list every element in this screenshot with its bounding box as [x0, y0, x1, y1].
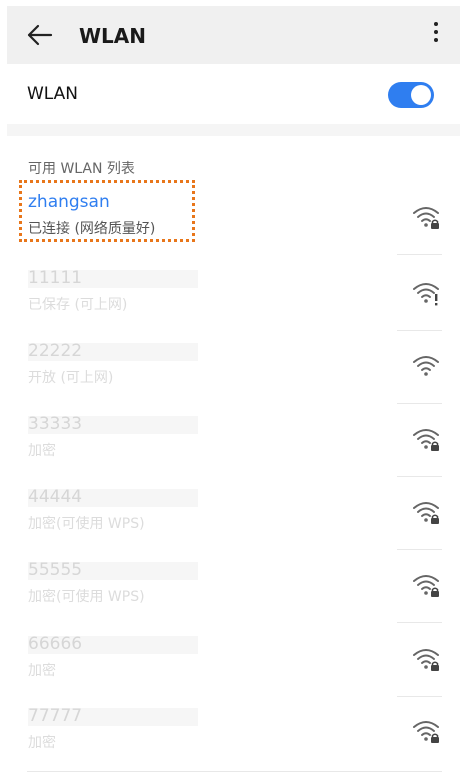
network-name: 22222	[28, 341, 83, 361]
network-status: 已连接 (网络质量好)	[28, 221, 156, 237]
network-status: 加密(可使用 WPS)	[28, 516, 145, 532]
wifi-lock-icon	[413, 207, 439, 229]
network-status: 已保存 (可上网)	[28, 297, 128, 313]
wifi-lock-icon	[413, 429, 439, 451]
wlan-toggle-switch[interactable]	[388, 82, 434, 108]
wifi-lock-icon	[413, 649, 439, 671]
network-item-11111[interactable]: 11111 已保存 (可上网)	[7, 258, 460, 331]
network-name: zhangsan	[28, 192, 110, 212]
network-status: 加密	[28, 663, 56, 679]
list-bottom-divider	[27, 771, 442, 772]
network-item-66666[interactable]: 66666 加密	[7, 624, 460, 697]
row-divider	[397, 622, 442, 623]
wifi-open-icon	[413, 356, 439, 376]
row-divider	[397, 254, 442, 255]
network-item-44444[interactable]: 44444 加密(可使用 WPS)	[7, 477, 460, 550]
network-name: 66666	[28, 634, 83, 654]
network-status: 开放 (可上网)	[28, 370, 114, 386]
section-title: 可用 WLAN 列表	[28, 161, 135, 177]
app-header: WLAN	[7, 6, 460, 64]
back-arrow-icon[interactable]	[25, 20, 55, 50]
more-options-icon[interactable]	[424, 18, 448, 52]
network-item-77777[interactable]: 77777 加密	[7, 696, 460, 769]
wifi-alert-icon	[413, 283, 439, 306]
wlan-toggle-row[interactable]: WLAN	[7, 64, 460, 124]
network-item-55555[interactable]: 55555 加密(可使用 WPS)	[7, 550, 460, 623]
network-name: 44444	[28, 487, 83, 507]
available-networks-list: 可用 WLAN 列表 zhangsan 已连接 (网络质量好) 11111 已保…	[7, 136, 460, 780]
wifi-lock-icon	[413, 721, 439, 743]
network-status: 加密(可使用 WPS)	[28, 589, 145, 605]
wlan-label: WLAN	[27, 84, 79, 104]
toggle-knob	[411, 85, 431, 105]
network-status: 加密	[28, 443, 56, 459]
network-item-22222[interactable]: 22222 开放 (可上网)	[7, 331, 460, 404]
network-name: 55555	[28, 560, 83, 580]
network-name: 33333	[28, 414, 83, 434]
wifi-lock-icon	[413, 575, 439, 597]
network-status: 加密	[28, 735, 56, 751]
network-item-zhangsan[interactable]: zhangsan 已连接 (网络质量好)	[7, 180, 460, 255]
page-title: WLAN	[79, 24, 147, 48]
network-item-33333[interactable]: 33333 加密	[7, 404, 460, 477]
network-name: 11111	[28, 268, 83, 288]
wifi-lock-icon	[413, 502, 439, 524]
network-name: 77777	[28, 706, 83, 726]
